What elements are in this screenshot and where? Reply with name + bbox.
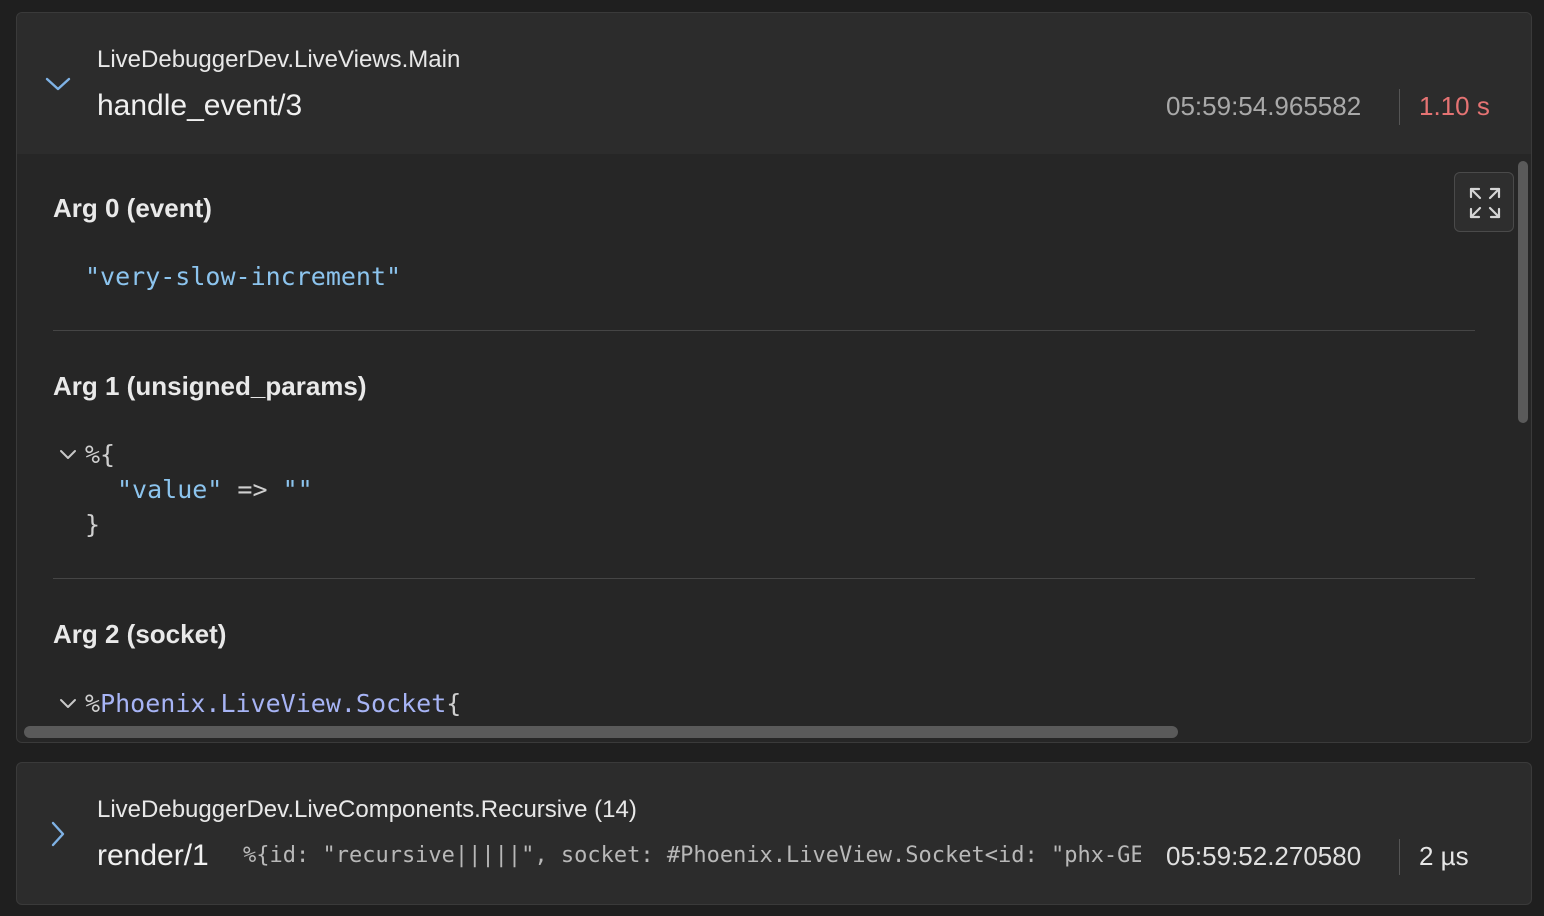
trace-function-name: handle_event/3 [97,89,303,122]
header-divider [1399,89,1400,125]
fullscreen-button[interactable] [1454,172,1514,232]
map-open-brace: %{ [85,440,116,469]
struct-open-brace: { [446,689,462,718]
trace-timestamp: 05:59:52.270580 [1166,841,1362,871]
fullscreen-icon [1469,187,1501,219]
arg-2-title: Arg 2 (socket) [53,619,227,649]
trace-timestamp: 05:59:54.965582 [1166,91,1362,121]
struct-prefix: % [85,689,101,718]
arg-divider [53,578,1475,579]
vertical-scrollbar-thumb[interactable] [1518,161,1528,423]
arg-0-title: Arg 0 (event) [53,193,212,223]
map-arrow: => [237,475,268,504]
trace-body [17,154,1531,742]
trace-card-handle-event: LiveDebuggerDev.LiveViews.Main handle_ev… [16,12,1532,743]
tree-collapse-icon[interactable] [57,443,79,465]
chevron-right-icon[interactable] [43,819,73,849]
chevron-down-icon[interactable] [43,69,73,99]
trace-function-name: render/1 [97,839,209,872]
trace-duration: 2 µs [1419,841,1469,871]
struct-name: Phoenix.LiveView.Socket [100,689,447,718]
arg-0-value: "very-slow-increment" [85,262,402,291]
trace-module-name: LiveDebuggerDev.LiveComponents.Recursive… [97,796,637,823]
trace-args-preview: %{id: "recursive|||||", socket: #Phoenix… [243,843,1141,868]
trace-module-name: LiveDebuggerDev.LiveViews.Main [97,46,461,73]
header-divider [1399,839,1400,875]
map-key: "value" [117,475,223,504]
tree-collapse-icon[interactable] [57,692,79,714]
map-value: "" [282,475,313,504]
trace-duration: 1.10 s [1419,91,1490,121]
map-close-brace: } [85,510,101,539]
arg-divider [53,330,1475,331]
map-entry: "value" => "" [117,475,313,504]
horizontal-scrollbar-thumb[interactable] [24,726,1178,738]
arg-1-title: Arg 1 (unsigned_params) [53,371,367,401]
trace-card-render[interactable]: LiveDebuggerDev.LiveComponents.Recursive… [16,762,1532,905]
socket-struct-open: %Phoenix.LiveView.Socket{ [85,689,461,718]
trace-header[interactable]: LiveDebuggerDev.LiveViews.Main handle_ev… [17,13,1531,154]
